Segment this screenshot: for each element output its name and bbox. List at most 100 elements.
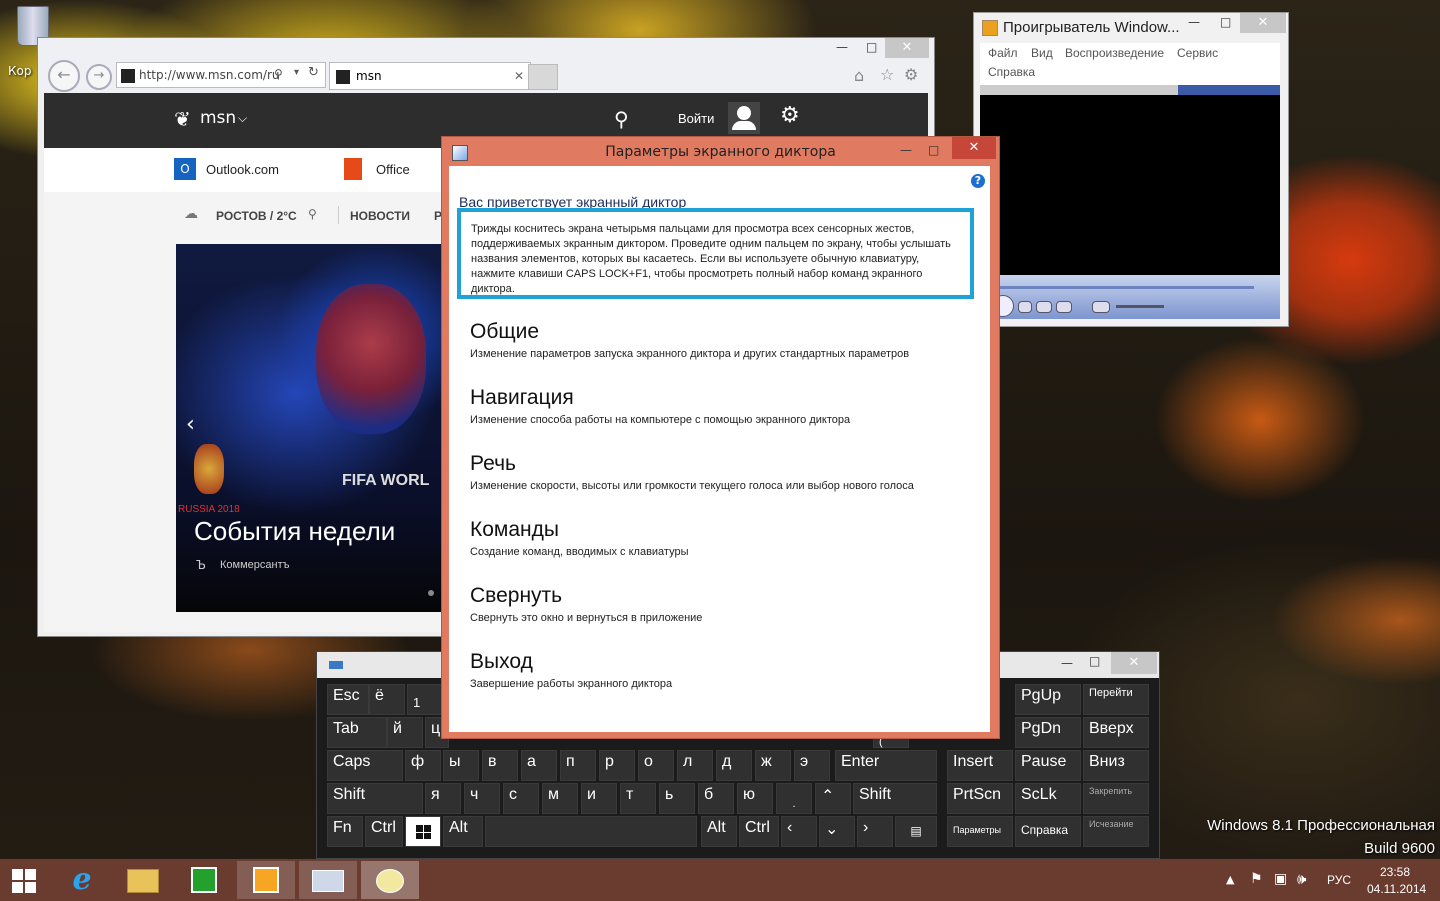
language-indicator[interactable]: РУС <box>1327 873 1351 887</box>
new-tab-button[interactable] <box>528 64 558 90</box>
key-shift-left[interactable]: Shift <box>327 783 423 814</box>
key-enter[interactable]: Enter <box>835 750 937 781</box>
hero-slide[interactable]: ‹ RUSSIA 2018 FIFA WORL События недели Ъ… <box>176 244 446 612</box>
office-link[interactable]: Office <box>376 162 410 177</box>
settings-gear-icon[interactable]: ⚙ <box>904 65 918 84</box>
close-button[interactable]: ✕ <box>1111 652 1157 674</box>
key-help[interactable]: Справка <box>1015 816 1081 847</box>
key-a-cyr[interactable]: а <box>521 750 557 781</box>
key-down[interactable]: Вниз <box>1083 750 1149 781</box>
key-r-cyr[interactable]: р <box>599 750 635 781</box>
stop-button[interactable] <box>1018 301 1032 313</box>
menu-view[interactable]: Вид <box>1031 46 1053 60</box>
close-button[interactable]: ✕ <box>1240 13 1286 33</box>
key-y-short[interactable]: й <box>387 717 423 748</box>
menu-play[interactable]: Воспроизведение <box>1065 46 1164 60</box>
player-tab-strip[interactable] <box>980 85 1280 95</box>
key-y-cyr[interactable]: ы <box>443 750 479 781</box>
key-p-cyr[interactable]: п <box>560 750 596 781</box>
section-exit-title[interactable]: Выход <box>470 650 533 674</box>
key-alt-right[interactable]: Alt <box>701 816 737 847</box>
file-explorer-icon[interactable] <box>114 861 172 899</box>
next-button[interactable] <box>1056 301 1072 313</box>
close-tab-icon[interactable]: ✕ <box>514 63 524 89</box>
maximize-icon[interactable]: □ <box>1089 654 1100 668</box>
key-prtscn[interactable]: PrtScn <box>947 783 1013 814</box>
favorites-star-icon[interactable]: ☆ <box>880 65 894 84</box>
key-fn[interactable]: Fn <box>327 816 363 847</box>
volume-slider[interactable] <box>1116 305 1164 308</box>
chevron-left-icon[interactable]: ‹ <box>186 412 195 437</box>
arrow-left-icon[interactable]: ‹ <box>781 816 817 847</box>
key-yu-cyr[interactable]: ю <box>737 783 773 814</box>
key-caps[interactable]: Caps <box>327 750 403 781</box>
key-sclk[interactable]: ScLk <box>1015 783 1081 814</box>
key-m-cyr[interactable]: м <box>542 783 578 814</box>
user-avatar-icon[interactable] <box>728 102 760 134</box>
key-pause[interactable]: Pause <box>1015 750 1081 781</box>
volume-icon[interactable]: 🕪 <box>1297 870 1306 888</box>
menu-key-icon[interactable]: ▤ <box>895 816 937 847</box>
key-b-cyr[interactable]: б <box>698 783 734 814</box>
tab-msn[interactable]: msn ✕ <box>329 62 531 90</box>
key-e-cyr[interactable]: э <box>794 750 830 781</box>
internet-explorer-icon[interactable]: e <box>53 861 111 899</box>
chevron-down-icon[interactable]: ⌵ <box>238 111 247 126</box>
key-d-cyr[interactable]: д <box>716 750 752 781</box>
video-area[interactable] <box>980 95 1280 275</box>
clock-date[interactable]: 04.11.2014 <box>1367 882 1426 896</box>
key-shift-right[interactable]: Shift <box>853 783 937 814</box>
clock-time[interactable]: 23:58 <box>1380 865 1410 879</box>
search-icon[interactable]: ⚲ <box>274 67 283 81</box>
key-f-cyr[interactable]: ф <box>405 750 441 781</box>
start-button[interactable] <box>0 861 48 899</box>
key-pgdn[interactable]: PgDn <box>1015 717 1081 748</box>
show-hidden-icons-chevron-icon[interactable]: ▲ <box>1226 873 1234 886</box>
news-link[interactable]: НОВОСТИ <box>350 209 410 223</box>
key-space[interactable] <box>485 816 697 847</box>
network-icon[interactable]: ▣ <box>1274 871 1287 887</box>
key-o-cyr[interactable]: о <box>638 750 674 781</box>
key-soft-sign[interactable]: ь <box>659 783 695 814</box>
key-insert[interactable]: Insert <box>947 750 1013 781</box>
signin-link[interactable]: Войти <box>678 111 714 126</box>
section-speech-title[interactable]: Речь <box>470 452 516 476</box>
key-ctrl-left[interactable]: Ctrl <box>365 816 403 847</box>
dropdown-arrow-icon[interactable]: ▾ <box>294 67 299 78</box>
key-s-cyr[interactable]: с <box>503 783 539 814</box>
key-alt-left[interactable]: Alt <box>443 816 483 847</box>
key-v-cyr[interactable]: в <box>482 750 518 781</box>
hero-title[interactable]: События недели <box>194 516 395 547</box>
key-zh-cyr[interactable]: ж <box>755 750 791 781</box>
maximize-icon[interactable]: □ <box>866 40 877 54</box>
store-icon[interactable] <box>175 861 233 899</box>
arrow-down-icon[interactable]: ⌄ <box>819 816 855 847</box>
key-up[interactable]: Вверх <box>1083 717 1149 748</box>
maximize-icon[interactable]: □ <box>1220 15 1231 29</box>
settings-gear-icon[interactable]: ⚙ <box>780 103 800 128</box>
home-icon[interactable]: ⌂ <box>854 66 864 85</box>
previous-button[interactable] <box>1036 301 1052 313</box>
minimize-icon[interactable]: — <box>836 40 848 54</box>
section-commands-title[interactable]: Команды <box>470 518 559 542</box>
key-fade[interactable]: Исчезание <box>1083 816 1149 847</box>
key-ch-cyr[interactable]: ч <box>464 783 500 814</box>
key-yo[interactable]: ё <box>369 684 405 715</box>
arrow-right-icon[interactable]: › <box>857 816 893 847</box>
maximize-icon[interactable]: □ <box>928 135 939 165</box>
menu-file[interactable]: Файл <box>988 46 1018 60</box>
menu-tools[interactable]: Сервис <box>1177 46 1218 60</box>
key-l-cyr[interactable]: л <box>677 750 713 781</box>
key-goto[interactable]: Перейти <box>1083 684 1149 715</box>
key-t-cyr[interactable]: т <box>620 783 656 814</box>
minimize-icon[interactable]: — <box>1061 656 1073 670</box>
key-ya-cyr[interactable]: я <box>425 783 461 814</box>
weather-location[interactable]: РОСТОВ / 2°C <box>216 209 297 223</box>
flag-icon[interactable]: ⚑ <box>1250 871 1263 887</box>
slide-indicator-dot[interactable] <box>428 590 434 596</box>
key-dock[interactable]: Закрепить <box>1083 783 1149 814</box>
key-tab[interactable]: Tab <box>327 717 387 748</box>
help-icon[interactable]: ? <box>971 174 985 188</box>
key-1[interactable]: 1 <box>407 684 443 715</box>
outlook-link[interactable]: Outlook.com <box>206 162 279 177</box>
